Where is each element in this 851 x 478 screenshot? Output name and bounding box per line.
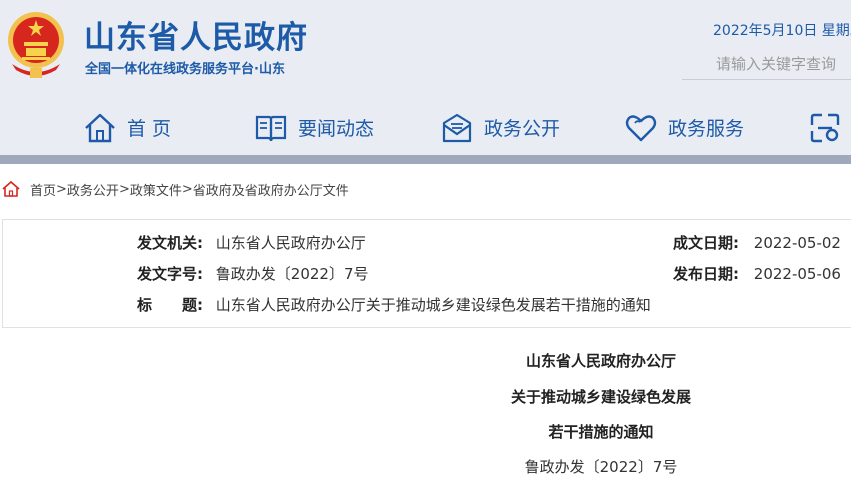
document-info-box: 发文机关: 山东省人民政府办公厅 发文字号: 鲁政办发〔2022〕7号 标 题:… [2,219,851,328]
publish-date-row: 发布日期: 2022-05-06 [673,263,841,284]
heart-icon [625,114,657,141]
home-icon [85,113,115,142]
publish-date-label: 发布日期: [673,265,739,283]
document-title-line: 关于推动城乡建设绿色发展 [510,388,691,406]
nav-item-more[interactable] [808,100,851,155]
nav-item-gov-affairs[interactable]: 政务公开 [440,100,560,155]
breadcrumb: 首页 > 政务公开 > 政策文件 > 省政府及省政府办公厅文件 [0,178,349,200]
doc-number-label: 发文字号: [137,265,203,283]
breadcrumb-link[interactable]: 政策文件 [130,180,182,199]
publish-date-value: 2022-05-06 [753,265,841,283]
services-icon [810,113,840,142]
breadcrumb-separator: > [56,181,67,197]
breadcrumb-link[interactable]: 省政府及省政府办公厅文件 [193,180,349,199]
site-header: 山东省人民政府 全国一体化在线政务服务平台·山东 2022年5月10日 星期二 … [0,0,851,155]
breadcrumb-separator: > [118,181,130,197]
nav-item-news[interactable]: 要闻动态 [254,100,374,155]
site-title[interactable]: 山东省人民政府 [84,12,308,57]
national-emblem-icon[interactable] [4,10,68,80]
document-number: 鲁政办发〔2022〕7号 [524,458,678,476]
nav-item-gov-services[interactable]: 政务服务 [624,100,744,155]
doc-number-value: 鲁政办发〔2022〕7号 [215,265,369,283]
main-nav: 首 页 要闻动态 政务公开 政务服务 [0,100,851,155]
nav-label: 首 页 [127,118,172,140]
issuer-label: 发文机关: [137,234,203,252]
nav-label: 要闻动态 [298,118,375,140]
book-icon [255,115,287,141]
current-date: 2022年5月10日 星期二 [713,23,851,39]
written-date-row: 成文日期: 2022-05-02 [673,232,841,253]
breadcrumb-link[interactable]: 政务公开 [67,180,119,199]
doc-number-row: 发文字号: 鲁政办发〔2022〕7号 [137,263,369,284]
written-date-value: 2022-05-02 [753,234,841,252]
nav-label: 政务公开 [484,118,561,140]
envelope-icon [442,113,472,142]
issuer-row: 发文机关: 山东省人民政府办公厅 [137,232,366,253]
nav-divider [0,155,851,164]
breadcrumb-link[interactable]: 首页 [30,180,56,199]
site-subtitle: 全国一体化在线政务服务平台·山东 [85,62,285,77]
nav-label: 政务服务 [668,118,745,140]
document-title-line: 若干措施的通知 [548,423,654,441]
issuer-value: 山东省人民政府办公厅 [215,234,366,252]
written-date-label: 成文日期: [673,234,739,252]
search-input[interactable] [682,49,851,80]
breadcrumb-separator: > [181,181,193,197]
document-title-line: 山东省人民政府办公厅 [525,352,676,370]
nav-item-home[interactable]: 首 页 [83,100,171,155]
title-label: 标 题: [137,296,203,314]
title-row: 标 题: 山东省人民政府办公厅关于推动城乡建设绿色发展若干措施的通知 [137,294,651,315]
title-value: 山东省人民政府办公厅关于推动城乡建设绿色发展若干措施的通知 [215,296,651,314]
home-icon[interactable] [2,180,20,198]
